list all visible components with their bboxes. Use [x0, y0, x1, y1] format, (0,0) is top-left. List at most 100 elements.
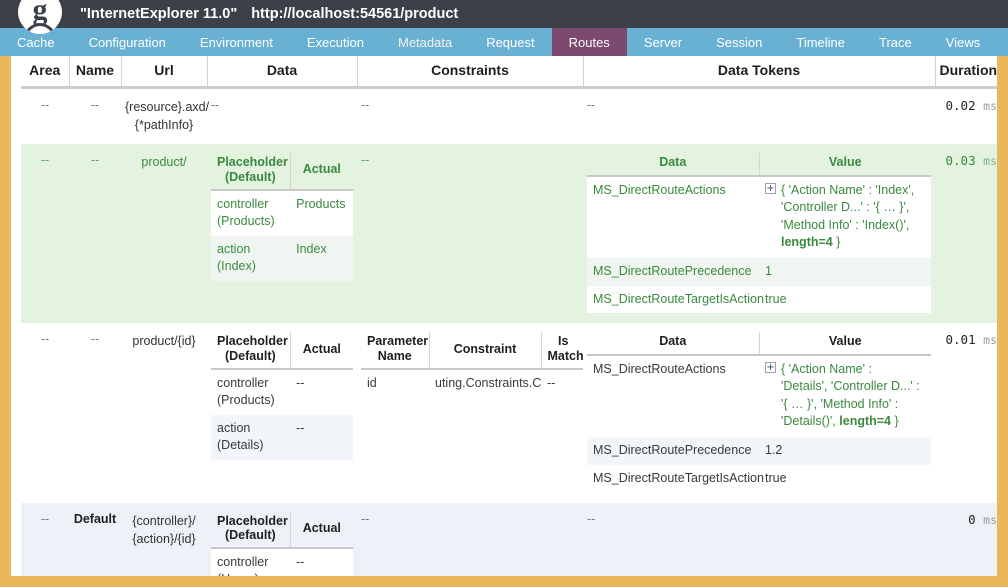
tab-metadata[interactable]: Metadata: [381, 28, 469, 56]
tab-trace[interactable]: Trace: [862, 28, 929, 56]
token-value-cell: 1.2: [759, 436, 931, 465]
col-header-duration: Duration: [934, 56, 997, 89]
tab-environment[interactable]: Environment: [183, 28, 290, 56]
url-line-1: product/: [141, 155, 187, 170]
token-value-cell: true: [759, 464, 931, 493]
cell-name: --: [69, 144, 121, 324]
token-value-length: length=4: [839, 414, 892, 429]
routes-table-header: Area Name Url Data Constraints Data Toke…: [21, 56, 997, 89]
table-row[interactable]: -- -- product/{id} Placeholder (Default)…: [21, 323, 997, 503]
browser-name: "InternetExplorer 11.0": [80, 6, 238, 22]
data-row: action (Details) --: [211, 414, 353, 460]
expand-plus-icon[interactable]: +: [765, 182, 776, 194]
actual-cell: Index: [290, 235, 353, 281]
token-row: MS_DirectRoutePrecedence 1: [587, 257, 931, 286]
request-url: http://localhost:54561/product: [251, 6, 459, 22]
table-row[interactable]: -- Default {controller}/ {action}/{id} P…: [21, 502, 997, 576]
glimpse-panel: g "InternetExplorer 11.0" http://localho…: [0, 0, 1008, 587]
duration-value: 0.03: [945, 153, 976, 169]
constraint-row: id uting.Constraints.Cc --: [361, 369, 585, 398]
data-row: action (Index) Index: [211, 235, 353, 281]
token-key: MS_DirectRoutePrecedence: [587, 436, 759, 465]
token-value-cell: + { 'Action Name' : 'Index', 'Controller …: [759, 175, 931, 258]
tab-timeline[interactable]: Timeline: [779, 28, 862, 56]
cell-data: Placeholder (Default) Actual controller …: [207, 144, 357, 324]
cell-constraints: --: [357, 87, 583, 145]
table-row[interactable]: -- -- product/ Placeholder (Default) Act…: [21, 144, 997, 324]
col-header-area: Area: [21, 56, 69, 89]
actual-cell: --: [290, 369, 353, 415]
placeholder-name: controller: [217, 376, 269, 391]
tab-routes[interactable]: Routes: [551, 28, 627, 56]
url-line-1: product/{id}: [132, 334, 196, 349]
table-row[interactable]: -- -- {resource}.axd/ {*pathInfo} -- -- …: [21, 87, 997, 145]
placeholder-cell: controller (Home): [211, 548, 291, 576]
cell-duration: 0.01 ms: [935, 323, 997, 503]
route-data-table: Placeholder (Default) Actual controller …: [211, 332, 353, 460]
routes-table-body: -- -- {resource}.axd/ {*pathInfo} -- -- …: [21, 87, 997, 576]
routes-panel-frame: Area Name Url Data Constraints Data Toke…: [0, 56, 1008, 587]
token-key: MS_DirectRouteActions: [587, 175, 759, 258]
placeholder-name: action: [217, 420, 251, 435]
col-header-url: Url: [120, 56, 207, 89]
tab-configuration[interactable]: Configuration: [72, 28, 183, 56]
data-row: controller (Products) Products: [211, 190, 353, 236]
ismatch-label-line1: Is: [558, 334, 569, 349]
cell-name: Default: [69, 502, 121, 576]
is-match-cell: --: [541, 369, 585, 398]
actual-cell: Products: [290, 190, 353, 236]
duration-unit: ms: [983, 512, 997, 527]
routes-content: Area Name Url Data Constraints Data Toke…: [11, 56, 997, 576]
col-header-name: Name: [68, 56, 121, 89]
token-value-cell: + { 'Action Name' : 'Details', 'Controlle…: [759, 354, 931, 437]
token-row: MS_DirectRouteActions + { 'Action Name' :…: [587, 175, 931, 258]
expand-plus-icon[interactable]: +: [765, 361, 776, 373]
col-header-data-tokens: Data Tokens: [582, 56, 935, 89]
placeholder-default: (Index): [217, 258, 256, 273]
tab-bar[interactable]: Cache Configuration Environment Executio…: [0, 28, 1008, 56]
cell-url: {controller}/ {action}/{id}: [121, 502, 207, 576]
url-line-2: {action}/{id}: [132, 531, 196, 546]
nested-col-placeholder: Placeholder (Default): [211, 153, 291, 191]
url-line-1: {controller}/: [132, 513, 196, 528]
placeholder-label-line2: (Default): [224, 527, 276, 542]
cell-data: Placeholder (Default) Actual controller …: [207, 323, 357, 503]
token-value-tail: }: [891, 414, 899, 429]
token-key: MS_DirectRoutePrecedence: [587, 257, 759, 286]
title-text: "InternetExplorer 11.0" http://localhost…: [62, 6, 458, 22]
token-value: { 'Action Name' : 'Details', 'Controller…: [781, 361, 921, 431]
tab-execution[interactable]: Execution: [290, 28, 381, 56]
placeholder-default: (Home): [217, 571, 284, 576]
data-tokens-table: Data Value MS_DirectRouteActions + { 'Act…: [587, 153, 931, 314]
token-value: { 'Action Name' : 'Index', 'Controller D…: [781, 182, 921, 252]
tab-session[interactable]: Session: [699, 28, 779, 56]
placeholder-cell: controller (Products): [211, 369, 291, 415]
tab-server[interactable]: Server: [627, 28, 699, 56]
logo-g-glyph: g: [18, 0, 62, 34]
token-key: MS_DirectRouteTargetIsAction: [587, 464, 764, 493]
route-data-table: Placeholder (Default) Actual controller …: [211, 153, 353, 281]
nested-col-is-match: Is Match: [540, 332, 585, 371]
cell-constraints: --: [357, 502, 583, 576]
parameter-name-cell: id: [361, 369, 429, 398]
placeholder-cell: controller (Products): [211, 190, 291, 236]
constraint-cell: uting.Constraints.Cc: [429, 369, 541, 398]
tab-request[interactable]: Request: [469, 28, 551, 56]
placeholder-default: (Details): [217, 437, 264, 452]
url-line-2: {*pathInfo}: [134, 118, 194, 133]
nested-col-actual: Actual: [289, 511, 353, 550]
nested-col-actual: Actual: [289, 332, 353, 371]
cell-duration: 0.03 ms: [935, 144, 997, 324]
cell-data-tokens: --: [583, 502, 935, 576]
placeholder-cell: action (Index): [211, 235, 291, 281]
cell-duration: 0 ms: [935, 502, 997, 576]
tab-views[interactable]: Views: [929, 28, 997, 56]
actual-cell: --: [290, 414, 353, 460]
data-row: controller (Products) --: [211, 369, 353, 415]
cell-constraints: Parameter Name Constraint Is Match id ut…: [357, 323, 585, 503]
cell-data-tokens: Data Value MS_DirectRouteActions + { 'Act…: [583, 323, 935, 503]
duration-unit: ms: [983, 99, 997, 113]
duration-unit: ms: [983, 154, 997, 169]
token-row: MS_DirectRouteTargetIsAction true: [587, 464, 931, 493]
placeholder-default: (Products): [217, 393, 275, 407]
